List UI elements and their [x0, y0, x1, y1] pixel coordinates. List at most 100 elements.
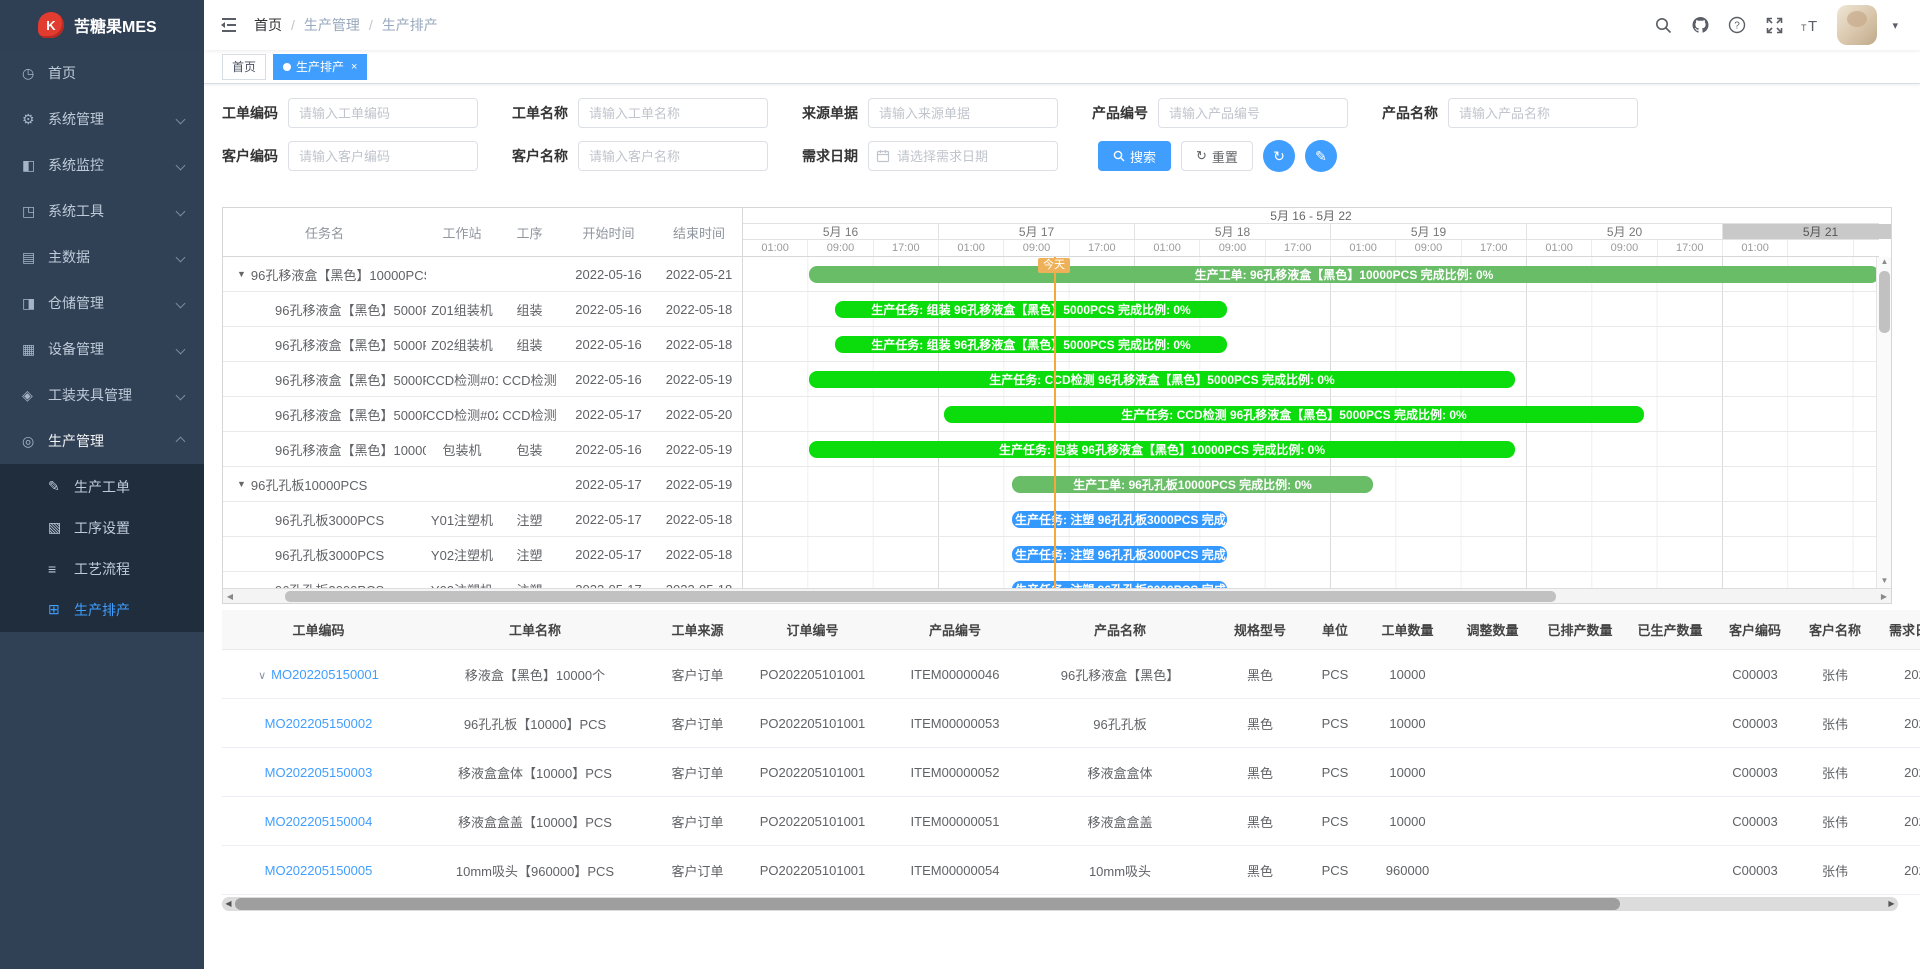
source-doc-input[interactable]	[868, 98, 1058, 128]
gantt-horizontal-scrollbar[interactable]: ◀ ▶	[223, 588, 1891, 603]
gantt-column-header: 结束时间	[656, 223, 742, 242]
scroll-right-icon[interactable]: ▶	[1877, 589, 1891, 604]
table-row[interactable]: ∨MO202205150001移液盒【黑色】10000个客户订单PO202205…	[222, 650, 1920, 699]
gantt-task-row[interactable]: ▼96孔移液盒【黑色】10000PCS2022-05-162022-05-21	[223, 257, 742, 292]
production-task-bar[interactable]: 生产任务: 组装 96孔移液盒【黑色】5000PCS 完成比例: 0%	[835, 301, 1227, 318]
start-time-cell: 2022-05-17	[561, 547, 656, 562]
table-row[interactable]: MO20220515000296孔孔板【10000】PCS客户订单PO20220…	[222, 699, 1920, 748]
sidebar-item-system-monitor[interactable]: ◧系统监控	[0, 142, 204, 188]
sidebar-item-warehouse[interactable]: ◨仓储管理	[0, 280, 204, 326]
work-order-name-label: 工单名称	[512, 103, 578, 123]
sidebar-item-system-admin[interactable]: ⚙系统管理	[0, 96, 204, 142]
page-horizontal-scrollbar[interactable]: ◀ ▶	[222, 897, 1898, 911]
production-task-bar[interactable]: 生产任务: CCD检测 96孔移液盒【黑色】5000PCS 完成比例: 0%	[809, 371, 1515, 388]
sidebar-item-work-order[interactable]: ✎生产工单	[0, 466, 204, 507]
gantt-vscroll-thumb[interactable]	[1879, 271, 1890, 333]
cell-unit: PCS	[1305, 716, 1365, 731]
font-size-icon[interactable]: TT	[1800, 14, 1822, 36]
sidebar-item-master-data[interactable]: ▤主数据	[0, 234, 204, 280]
sidebar-item-process-settings[interactable]: ▧工序设置	[0, 507, 204, 548]
scroll-up-icon[interactable]: ▲	[1877, 257, 1891, 269]
column-header-work-order-name: 工单名称	[415, 620, 655, 639]
production-task-bar[interactable]: 生产任务: 注塑 96孔孔板3000PCS 完成比例: 0%	[1012, 511, 1227, 528]
sidebar-item-fixtures[interactable]: ◈工装夹具管理	[0, 372, 204, 418]
production-task-bar[interactable]: 生产任务: CCD检测 96孔移液盒【黑色】5000PCS 完成比例: 0%	[944, 406, 1644, 423]
gantt-vertical-scrollbar[interactable]: ▲ ▼	[1876, 257, 1891, 588]
sidebar-item-process-flow[interactable]: ≡工艺流程	[0, 548, 204, 589]
cell-order-code: PO202205101001	[740, 863, 885, 878]
sidebar-item-system-tools[interactable]: ◳系统工具	[0, 188, 204, 234]
scroll-left-icon[interactable]: ◀	[222, 897, 235, 911]
production-task-bar[interactable]: 生产任务: 组装 96孔移液盒【黑色】5000PCS 完成比例: 0%	[835, 336, 1227, 353]
gantt-task-row[interactable]: ▼96孔孔板10000PCS2022-05-172022-05-19	[223, 467, 742, 502]
product-code-input[interactable]	[1158, 98, 1348, 128]
sidebar-item-equipment[interactable]: ▦设备管理	[0, 326, 204, 372]
work-order-link[interactable]: MO202205150003	[265, 765, 373, 780]
customer-code-input[interactable]	[288, 141, 478, 171]
breadcrumb-item[interactable]: 首页	[254, 15, 282, 35]
task-name-cell: ▼96孔移液盒【黑色】10000PCS	[223, 265, 426, 284]
cell-order-code: PO202205101001	[740, 765, 885, 780]
work-order-code-input[interactable]	[288, 98, 478, 128]
github-icon[interactable]	[1689, 14, 1711, 36]
fullscreen-icon[interactable]	[1763, 14, 1785, 36]
timeline-hour-cell: 17:00	[1658, 240, 1723, 256]
breadcrumb-item[interactable]: 生产排产	[382, 15, 438, 35]
reset-button[interactable]: ↻ 重置	[1181, 141, 1253, 171]
expand-row-icon[interactable]: ∨	[258, 670, 266, 682]
work-order-name-input[interactable]	[578, 98, 768, 128]
edit-schedule-button[interactable]: ✎	[1305, 140, 1337, 172]
column-header-customer-code: 客户编码	[1715, 620, 1795, 639]
table-row[interactable]: MO202205150003移液盒盒体【10000】PCS客户订单PO20220…	[222, 748, 1920, 797]
customer-name-input[interactable]	[578, 141, 768, 171]
table-row[interactable]: MO202205150004移液盒盒盖【10000】PCS客户订单PO20220…	[222, 797, 1920, 846]
gantt-task-row[interactable]: 96孔孔板3000PCSY01注塑机注塑2022-05-172022-05-18	[223, 502, 742, 537]
page-hscroll-thumb[interactable]	[235, 898, 1620, 910]
gantt-task-row[interactable]: 96孔移液盒【黑色】5000PCSCCD检测#02CCD检测2022-05-17…	[223, 397, 742, 432]
gantt-task-row[interactable]: 96孔移液盒【黑色】5000PCSZ01组装机组装2022-05-162022-…	[223, 292, 742, 327]
table-row[interactable]: MO20220515000510mm吸头【960000】PCS客户订单PO202…	[222, 846, 1920, 895]
gantt-task-row[interactable]: 96孔移液盒【黑色】5000PCSCCD检测#01CCD检测2022-05-16…	[223, 362, 742, 397]
gantt-chart-row: 生产工单: 96孔孔板10000PCS 完成比例: 0%	[743, 467, 1879, 502]
product-name-input[interactable]	[1448, 98, 1638, 128]
production-task-bar[interactable]: 生产任务: 注塑 96孔孔板3000PCS 完成比例: 0%	[1012, 546, 1227, 563]
work-order-bar[interactable]: 生产工单: 96孔孔板10000PCS 完成比例: 0%	[1012, 476, 1373, 493]
gantt-task-row[interactable]: 96孔移液盒【黑色】10000PCS包装机包装2022-05-162022-05…	[223, 432, 742, 467]
gantt-task-row[interactable]: 96孔孔板3000PCSY02注塑机注塑2022-05-172022-05-18	[223, 537, 742, 572]
help-icon[interactable]: ?	[1726, 14, 1748, 36]
gantt-hscroll-thumb[interactable]	[285, 591, 1556, 602]
work-order-link[interactable]: MO202205150001	[271, 667, 379, 682]
search-button[interactable]: 搜索	[1098, 141, 1171, 171]
avatar[interactable]	[1837, 5, 1877, 45]
tab-scheduling[interactable]: 生产排产×	[273, 54, 367, 80]
scroll-right-icon[interactable]: ▶	[1885, 897, 1898, 911]
cell-customer-code: C00003	[1715, 716, 1795, 731]
dashboard-icon: ◷	[22, 65, 48, 82]
collapse-triangle-icon[interactable]: ▼	[237, 269, 246, 279]
production-task-bar[interactable]: 生产任务: 包装 96孔移液盒【黑色】10000PCS 完成比例: 0%	[809, 441, 1515, 458]
user-menu-caret-icon[interactable]: ▾	[1892, 19, 1898, 32]
tab-home[interactable]: 首页	[222, 54, 266, 80]
work-order-link[interactable]: MO202205150002	[265, 716, 373, 731]
end-time-cell: 2022-05-18	[656, 337, 742, 352]
work-order-bar[interactable]: 生产工单: 96孔移液盒【黑色】10000PCS 完成比例: 0%	[809, 266, 1879, 283]
breadcrumb-item[interactable]: 生产管理	[304, 15, 360, 35]
work-order-link[interactable]: MO202205150005	[265, 863, 373, 878]
cell-unit: PCS	[1305, 765, 1365, 780]
sidebar-item-production[interactable]: ◎生产管理	[0, 418, 204, 464]
sidebar-item-scheduling[interactable]: ⊞生产排产	[0, 589, 204, 630]
app-title: 苦糖果MES	[74, 13, 157, 37]
sidebar-item-home[interactable]: ◷首页	[0, 50, 204, 96]
app-logo[interactable]: K 苦糖果MES	[0, 0, 204, 50]
close-icon[interactable]: ×	[351, 61, 357, 73]
scroll-left-icon[interactable]: ◀	[223, 589, 237, 604]
refresh-schedule-button[interactable]: ↻	[1263, 140, 1295, 172]
gantt-task-row[interactable]: 96孔移液盒【黑色】5000PCSZ02组装机组装2022-05-162022-…	[223, 327, 742, 362]
scroll-down-icon[interactable]: ▼	[1877, 576, 1891, 588]
work-order-link[interactable]: MO202205150004	[265, 814, 373, 829]
demand-date-input[interactable]	[868, 141, 1058, 171]
filter-group-source-doc: 来源单据	[802, 98, 1092, 128]
sidebar-toggle-icon[interactable]	[220, 17, 238, 33]
collapse-triangle-icon[interactable]: ▼	[237, 479, 246, 489]
search-icon[interactable]	[1652, 14, 1674, 36]
